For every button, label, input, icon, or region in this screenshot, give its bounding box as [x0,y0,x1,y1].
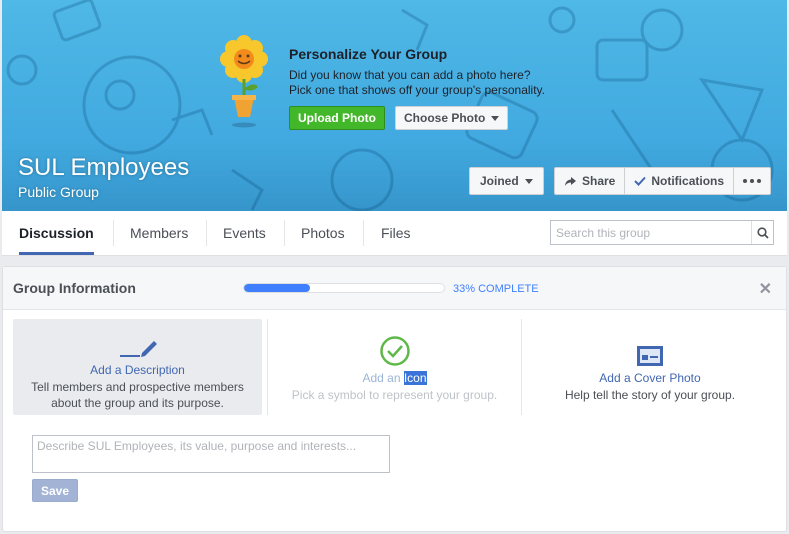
checkmark-circle-icon [379,336,410,366]
add-icon-title: Add an Icon [268,371,521,385]
choose-photo-label: Choose Photo [404,111,486,125]
group-privacy-label: Public Group [18,184,99,200]
add-description-title: Add a Description [90,363,185,377]
search-input[interactable] [551,221,751,244]
completion-progress-bar [243,283,445,293]
add-description-text-line2: about the group and its purpose. [51,396,224,410]
group-actions: Share Notifications [554,167,772,195]
add-icon-title-highlight: Icon [403,371,427,385]
joined-button[interactable]: Joined [469,167,544,195]
choose-photo-button[interactable]: Choose Photo [395,106,509,130]
more-dots-icon [743,179,762,183]
tab-events[interactable]: Events [223,211,266,255]
flower-pot-illustration [220,35,268,128]
group-information-card: Group Information 33% COMPLETE ✕ Add a D… [2,266,787,532]
prompt-text-line1: Did you know that you can add a photo he… [289,68,531,82]
personalize-group-prompt: Personalize Your Group Did you know that… [289,46,569,98]
notifications-label: Notifications [651,174,725,188]
tab-divider [206,220,207,246]
add-cover-photo-text: Help tell the story of your group. [564,388,736,402]
tab-discussion[interactable]: Discussion [19,211,94,255]
search-button[interactable] [751,221,773,244]
tab-photos[interactable]: Photos [301,211,345,255]
tab-files[interactable]: Files [381,211,411,255]
search-icon [756,226,769,239]
add-description-option[interactable]: Add a Description Tell members and prosp… [13,319,262,415]
cover-photo-icon [637,346,663,366]
group-search [550,220,774,245]
add-icon-option[interactable]: Add an Icon Pick a symbol to represent y… [268,319,521,415]
joined-label: Joined [480,174,519,188]
group-tab-bar: Discussion Members Events Photos Files [2,211,787,256]
chevron-down-icon [491,115,500,121]
tab-members[interactable]: Members [130,211,188,255]
group-information-title: Group Information [13,280,136,296]
more-options-button[interactable] [734,168,770,194]
share-arrow-icon [565,176,576,186]
upload-photo-button[interactable]: Upload Photo [289,106,385,130]
progress-label: 33% COMPLETE [453,283,539,295]
add-icon-text: Pick a symbol to represent your group. [291,388,498,402]
add-icon-title-text: Add an [362,371,404,385]
tab-divider [284,220,285,246]
prompt-title: Personalize Your Group [289,46,448,62]
progress-fill [244,284,310,292]
prompt-text-line2: Pick one that shows off your group's per… [289,83,545,97]
share-label: Share [582,174,616,188]
description-textarea[interactable]: Describe SUL Employees, its value, purpo… [32,435,390,473]
add-cover-photo-option[interactable]: Add a Cover Photo Help tell the story of… [522,319,778,415]
chevron-down-icon [524,178,533,184]
upload-photo-label: Upload Photo [298,111,376,125]
notifications-button[interactable]: Notifications [625,168,735,194]
group-name[interactable]: SUL Employees [18,154,189,182]
tab-divider [113,220,114,246]
pencil-icon [119,341,157,357]
add-description-text-line1: Tell members and prospective members [31,380,244,394]
tab-divider [363,220,364,246]
share-button[interactable]: Share [555,168,626,194]
save-button[interactable]: Save [32,479,78,502]
add-cover-photo-title: Add a Cover Photo [599,371,701,385]
checkmark-icon [634,176,647,186]
group-information-header: Group Information 33% COMPLETE ✕ [3,267,786,310]
close-icon[interactable]: ✕ [759,279,772,299]
